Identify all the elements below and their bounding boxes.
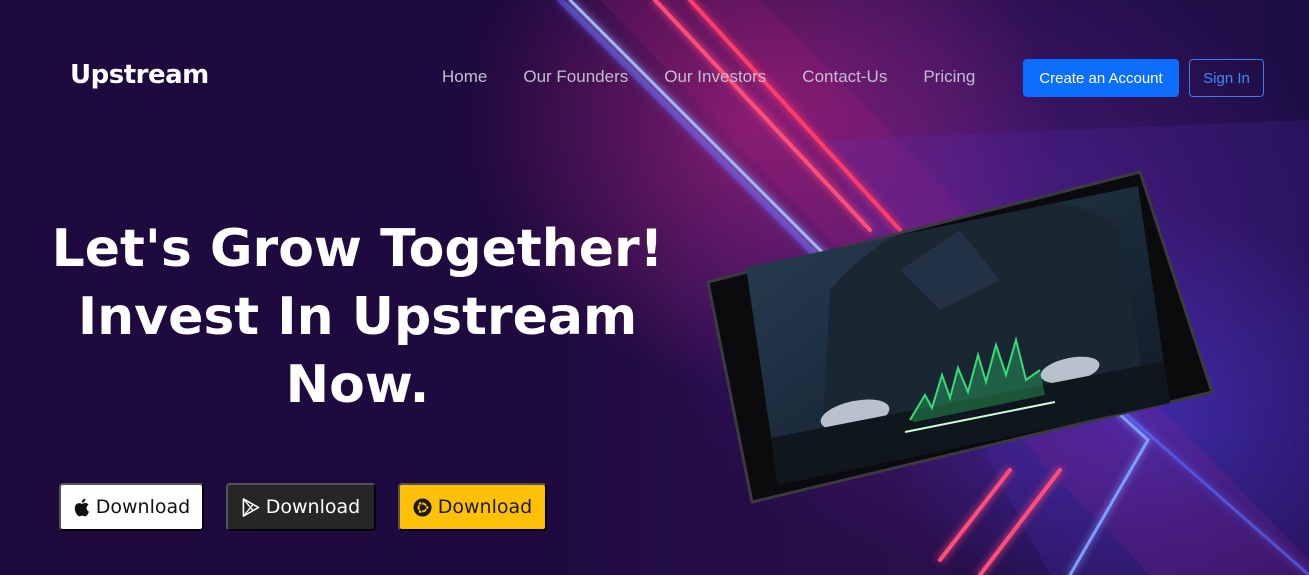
download-google-play-label: Download [265, 496, 361, 518]
hero-headline: Let's Grow Together! Invest In Upstream … [40, 215, 675, 419]
hero-section: Upstream Home Our Founders Our Investors… [0, 0, 1309, 575]
nav-links: Home Our Founders Our Investors Contact-… [442, 67, 1011, 87]
download-ubuntu-label: Download [437, 496, 533, 518]
nav-link-contact-us[interactable]: Contact-Us [802, 67, 887, 87]
nav-link-our-investors[interactable]: Our Investors [664, 67, 766, 87]
headline-line-2: Invest In Upstream [77, 287, 638, 347]
nav-link-our-founders[interactable]: Our Founders [523, 67, 628, 87]
download-google-play-button[interactable]: Download [226, 483, 376, 531]
google-play-icon [242, 497, 260, 517]
sign-in-button[interactable]: Sign In [1189, 59, 1264, 97]
headline-line-1: Let's Grow Together! [51, 219, 664, 279]
download-ubuntu-button[interactable]: Download [398, 483, 547, 531]
download-apple-label: Download [95, 496, 191, 518]
brand-logo[interactable]: Upstream [70, 60, 209, 90]
top-navbar: Upstream Home Our Founders Our Investors… [0, 0, 1309, 150]
ubuntu-icon [413, 497, 432, 517]
download-apple-button[interactable]: Download [59, 483, 204, 531]
create-account-button[interactable]: Create an Account [1023, 59, 1179, 97]
apple-icon [73, 498, 90, 517]
nav-link-home[interactable]: Home [442, 67, 487, 87]
phone-mockup-image [706, 170, 1214, 504]
nav-link-pricing[interactable]: Pricing [923, 67, 975, 87]
headline-line-3: Now. [285, 355, 430, 415]
